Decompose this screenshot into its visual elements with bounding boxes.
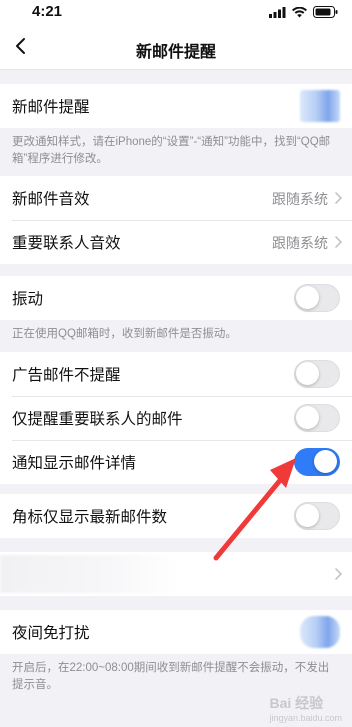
toggle-knob [296, 286, 319, 309]
sound-label: 重要联系人音效 [12, 235, 121, 252]
toggle-knob [314, 450, 337, 473]
toggle-knob [296, 406, 319, 429]
badge-toggle[interactable] [294, 502, 340, 530]
group-blurred [0, 552, 352, 596]
vip-only-toggle[interactable] [294, 404, 340, 432]
toggle-knob [296, 362, 319, 385]
battery-icon [313, 6, 338, 18]
night-label: 夜间免打扰 [12, 625, 90, 642]
status-bar: 4:21 [0, 0, 352, 24]
blurred-row[interactable] [0, 552, 352, 596]
chevron-right-icon [335, 236, 343, 248]
signal-icon [269, 6, 286, 18]
toggle-label: 仅提醒重要联系人的邮件 [12, 411, 183, 428]
chevron-right-icon [335, 192, 343, 204]
chevron-right-icon [335, 568, 343, 580]
toggle-label: 广告邮件不提醒 [12, 367, 121, 384]
ad-mail-toggle[interactable] [294, 360, 340, 388]
badge-row: 角标仅显示最新邮件数 [0, 494, 352, 538]
vibration-row: 振动 [0, 276, 352, 320]
group-new-mail-alert: 新邮件提醒 [0, 84, 352, 128]
group-sounds: 新邮件音效 跟随系统 重要联系人音效 跟随系统 [0, 176, 352, 264]
vibration-toggle[interactable] [294, 284, 340, 312]
group-night: 夜间免打扰 [0, 610, 352, 654]
status-time: 4:21 [32, 3, 63, 20]
show-details-toggle[interactable] [294, 448, 340, 476]
night-row: 夜间免打扰 [0, 610, 352, 654]
watermark-logo: Bai 经验 jingyan.baidu.com [269, 693, 342, 723]
new-mail-alert-toggle[interactable] [300, 90, 340, 122]
blurred-content [0, 555, 180, 593]
watermark-brand: Bai 经验 [269, 695, 324, 711]
ad-mail-row: 广告邮件不提醒 [0, 352, 352, 396]
sound-row-new-mail[interactable]: 新邮件音效 跟随系统 [0, 176, 352, 220]
nav-bar: 新邮件提醒 [0, 24, 352, 70]
group-toggles: 广告邮件不提醒 仅提醒重要联系人的邮件 通知显示邮件详情 [0, 352, 352, 484]
vip-only-row: 仅提醒重要联系人的邮件 [0, 396, 352, 440]
status-icons [269, 6, 338, 18]
sound-row-vip[interactable]: 重要联系人音效 跟随系统 [0, 220, 352, 264]
wifi-icon [292, 6, 307, 17]
sound-label: 新邮件音效 [12, 191, 90, 208]
sound-value: 跟随系统 [272, 191, 328, 207]
badge-label: 角标仅显示最新邮件数 [12, 509, 168, 526]
show-details-row: 通知显示邮件详情 [0, 440, 352, 484]
new-mail-alert-label: 新邮件提醒 [12, 99, 90, 116]
vibration-label: 振动 [12, 291, 44, 308]
new-mail-alert-row[interactable]: 新邮件提醒 [0, 84, 352, 128]
notification-style-note: 更改通知样式，请在iPhone的“设置”-“通知”功能中，找到“QQ邮箱”程序进… [12, 136, 331, 165]
night-toggle[interactable] [300, 616, 340, 648]
watermark-site: jingyan.baidu.com [269, 713, 342, 723]
toggle-label: 通知显示邮件详情 [12, 455, 137, 472]
page-title: 新邮件提醒 [135, 44, 216, 61]
sound-value: 跟随系统 [272, 235, 328, 251]
group-vibration: 振动 [0, 276, 352, 320]
toggle-knob [296, 504, 319, 527]
vibration-note: 正在使用QQ邮箱时，收到新邮件是否振动。 [12, 328, 237, 340]
group-badge: 角标仅显示最新邮件数 [0, 494, 352, 538]
